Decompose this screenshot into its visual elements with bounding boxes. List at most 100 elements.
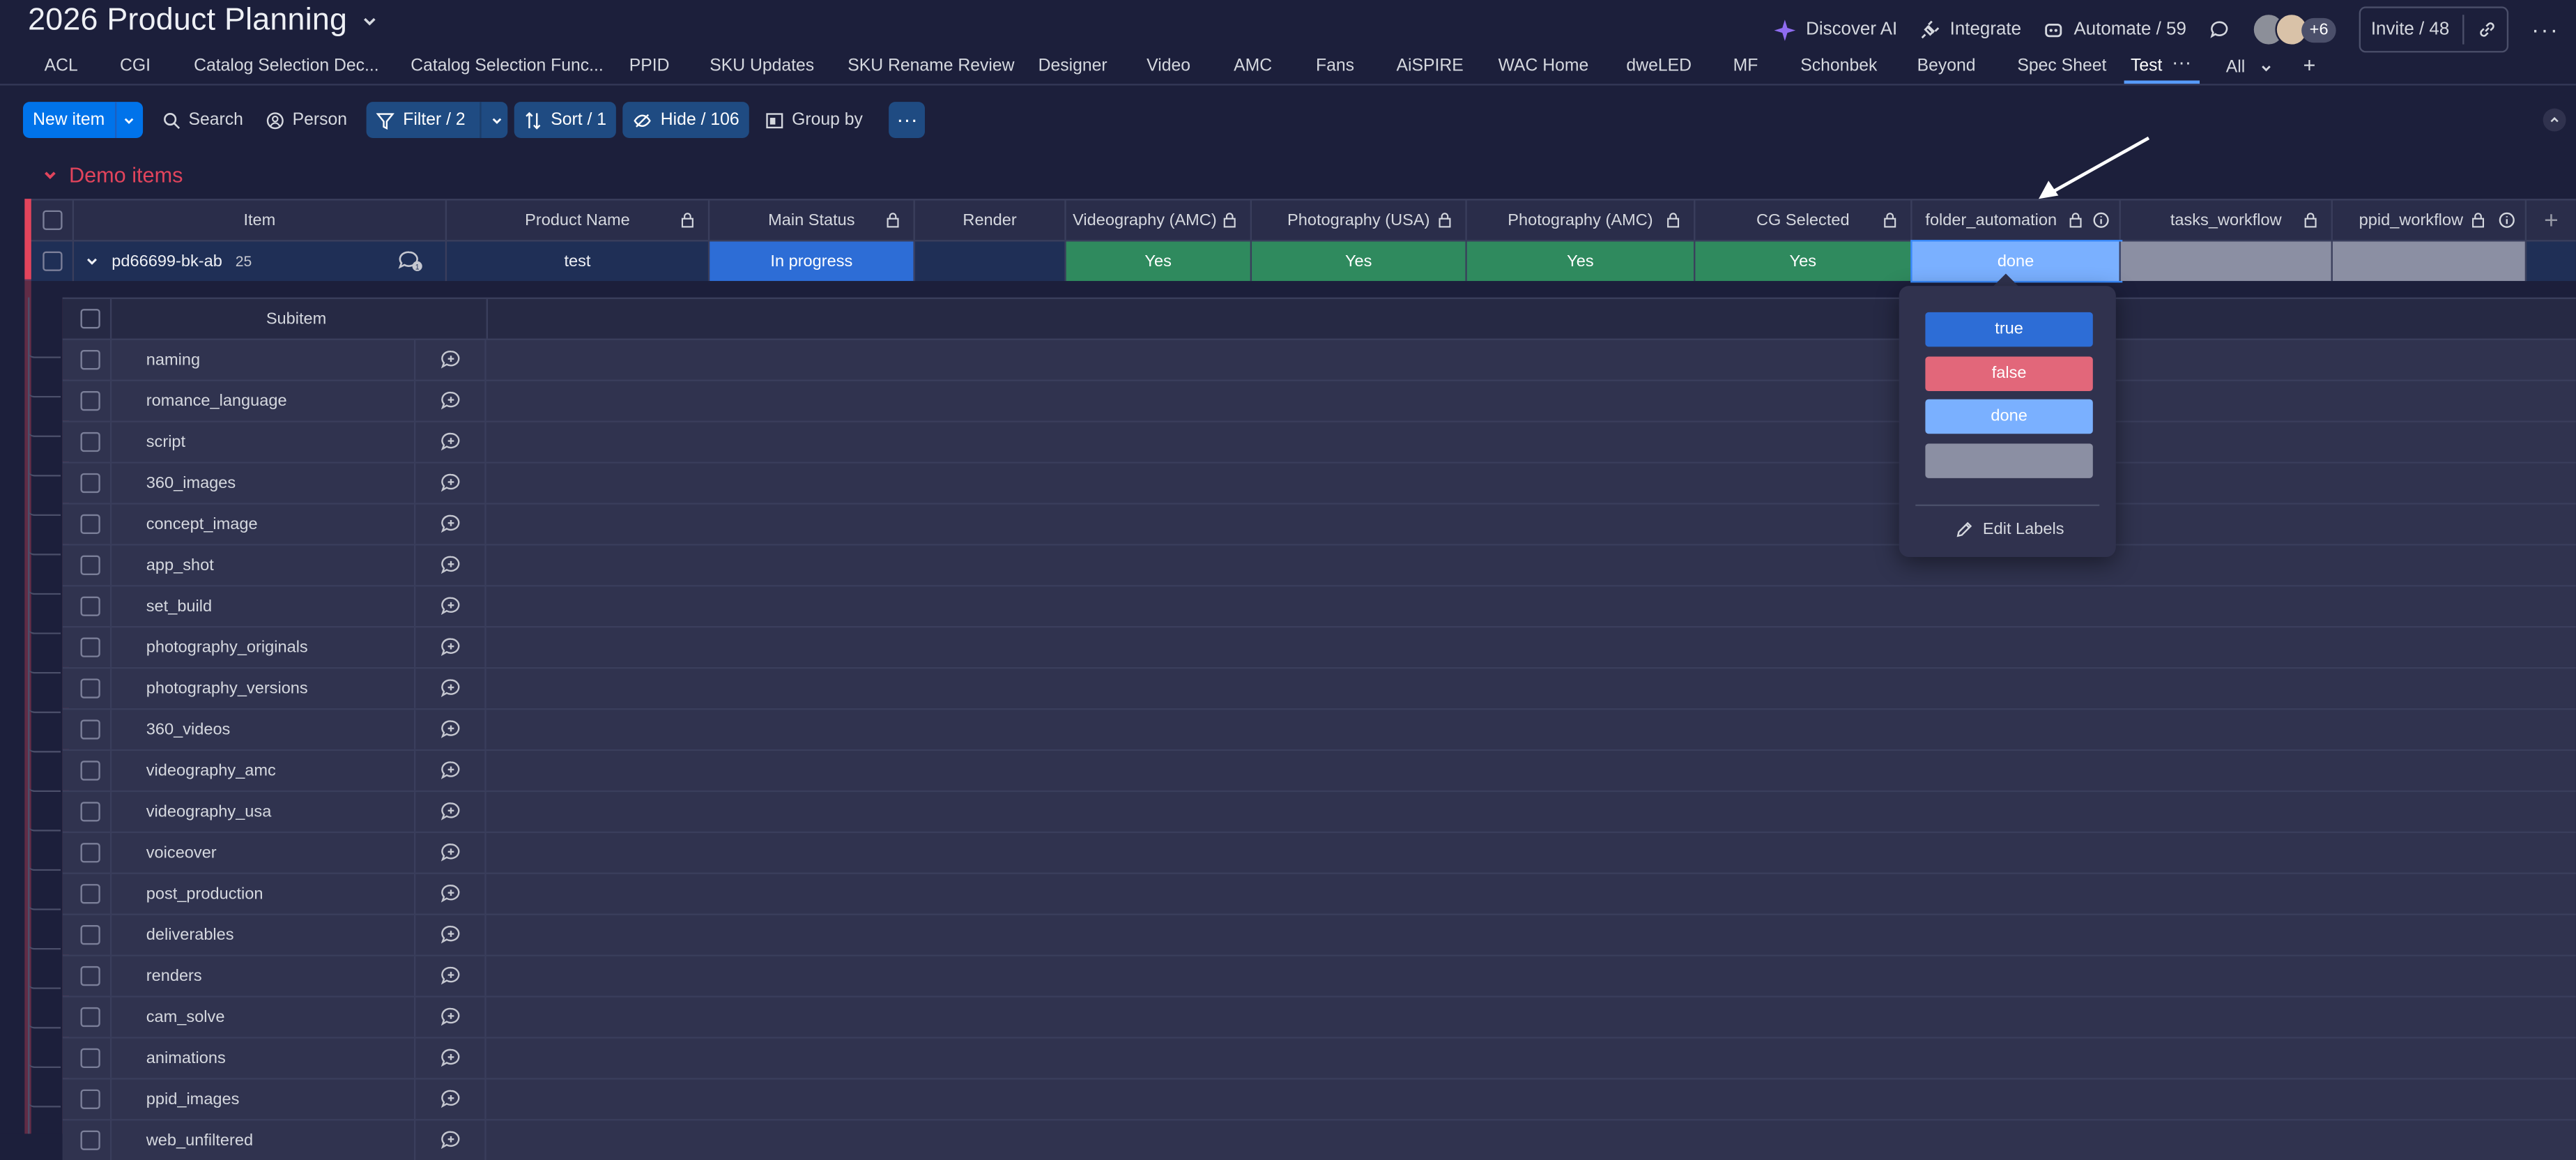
subitem-row[interactable]: photography_originals (62, 626, 2576, 667)
subitem-updates-cell[interactable] (415, 669, 486, 708)
tab-video[interactable]: Video (1147, 56, 1190, 75)
tab-spec-sheet[interactable]: Spec Sheet (2017, 56, 2106, 75)
item-name[interactable]: pd66699-bk-ab (112, 252, 222, 270)
subitem-name-cell[interactable]: naming (112, 339, 416, 380)
subitem-row[interactable]: voiceover (62, 831, 2576, 873)
hide-columns-button[interactable]: Hide / 106 (622, 102, 749, 138)
subitem-name-cell[interactable]: photography_originals (112, 627, 416, 667)
subitem-name-cell[interactable]: renders (112, 956, 416, 996)
tab-acl[interactable]: ACL (45, 56, 78, 75)
subitem-updates-cell[interactable] (415, 1120, 486, 1160)
subitem-checkbox[interactable] (79, 802, 100, 822)
subitem-updates-cell[interactable] (415, 873, 486, 914)
group-by-button[interactable]: Group by (756, 102, 873, 138)
subitem-name-cell[interactable]: concept_image (112, 504, 416, 544)
sort-button[interactable]: Sort / 1 (514, 102, 617, 138)
tab-catalog-selection-dec[interactable]: Catalog Selection Dec... (194, 56, 379, 75)
subitem-name[interactable]: cam_solve (146, 1008, 225, 1026)
subitem-row[interactable]: script (62, 420, 2576, 462)
column-header-tasks-workflow[interactable]: tasks_workflow (2121, 200, 2333, 241)
subitem-name-cell[interactable]: post_production (112, 873, 416, 914)
subitem-checkbox[interactable] (79, 432, 100, 452)
subitem-name[interactable]: romance_language (146, 392, 287, 410)
subitem-name-cell[interactable]: app_shot (112, 545, 416, 586)
subitem-updates-cell[interactable] (415, 545, 486, 586)
row-checkbox[interactable] (42, 251, 62, 271)
subitem-checkbox[interactable] (79, 637, 100, 657)
tab-amc[interactable]: AMC (1234, 56, 1272, 75)
subitem-row[interactable]: deliverables (62, 913, 2576, 955)
subitem-checkbox[interactable] (79, 1007, 100, 1028)
subitem-row[interactable]: renders (62, 954, 2576, 996)
subitem-updates-cell[interactable] (415, 422, 486, 462)
tab-cgi[interactable]: CGI (120, 56, 151, 75)
subitem-name-cell[interactable]: animations (112, 1038, 416, 1078)
subitem-name-cell[interactable]: videography_usa (112, 792, 416, 832)
main-status-cell[interactable]: In progress (710, 241, 915, 282)
column-header-cg-selected[interactable]: CG Selected (1695, 200, 1912, 241)
subitem-updates-cell[interactable] (415, 463, 486, 503)
info-icon[interactable] (2499, 212, 2515, 229)
table-row[interactable]: pd66699-bk-ab 25 1 test In progress Yes … (24, 240, 2576, 283)
board-title[interactable]: 2026 Product Planning (28, 3, 380, 40)
subitem-row[interactable]: concept_image (62, 503, 2576, 544)
new-item-button[interactable]: New item (22, 102, 143, 138)
link-icon[interactable] (2477, 20, 2497, 39)
subitem-checkbox[interactable] (79, 596, 100, 616)
tab-fans[interactable]: Fans (1316, 56, 1354, 75)
more-actions-button[interactable]: ··· (889, 102, 926, 138)
subitem-checkbox[interactable] (79, 678, 100, 699)
subitem-updates-cell[interactable] (415, 710, 486, 749)
subitem-name[interactable]: post_production (146, 885, 263, 903)
subitem-checkbox[interactable] (79, 1089, 100, 1109)
item-name-cell[interactable]: pd66699-bk-ab 25 (74, 241, 376, 281)
chevron-down-icon[interactable] (84, 253, 100, 270)
subitem-name-cell[interactable]: ppid_images (112, 1079, 416, 1120)
filter-button[interactable]: Filter / 2 (367, 102, 508, 138)
label-option-false[interactable]: false (1925, 356, 2093, 390)
subitem-name-cell[interactable]: 360_images (112, 463, 416, 503)
subitem-updates-cell[interactable] (415, 792, 486, 832)
subitem-name-cell[interactable]: deliverables (112, 915, 416, 955)
person-filter-button[interactable]: Person (256, 102, 357, 138)
tab-beyond[interactable]: Beyond (1917, 56, 1976, 75)
subitem-name[interactable]: renders (146, 967, 202, 985)
tab-schonbek[interactable]: Schonbek (1800, 56, 1877, 75)
integrate-button[interactable]: Integrate (1920, 20, 2021, 40)
subitem-updates-cell[interactable] (415, 627, 486, 667)
subitem-name[interactable]: app_shot (146, 556, 214, 574)
subitem-updates-cell[interactable] (415, 751, 486, 791)
subitem-name-cell[interactable]: photography_versions (112, 669, 416, 708)
label-option-done[interactable]: done (1925, 399, 2093, 434)
tab-sku-updates[interactable]: SKU Updates (710, 56, 814, 75)
chevron-down-icon[interactable] (490, 112, 505, 127)
tab-sku-rename-review[interactable]: SKU Rename Review (848, 56, 1014, 75)
column-header-main-status[interactable]: Main Status (710, 200, 915, 241)
subitem-checkbox[interactable] (79, 1048, 100, 1069)
subitem-updates-cell[interactable] (415, 1079, 486, 1120)
column-header-folder-automation[interactable]: folder_automation (1912, 200, 2121, 241)
videography-amc-cell[interactable]: Yes (1066, 241, 1252, 282)
subitem-name-cell[interactable]: romance_language (112, 381, 416, 421)
edit-labels-button[interactable]: Edit Labels (1955, 521, 2064, 539)
subitem-row[interactable]: app_shot (62, 544, 2576, 586)
subitem-checkbox[interactable] (79, 843, 100, 863)
subitem-name[interactable]: concept_image (146, 515, 258, 533)
subitem-row[interactable]: post_production (62, 872, 2576, 914)
subitem-row[interactable]: 360_images (62, 461, 2576, 503)
subitem-name[interactable]: videography_amc (146, 761, 276, 779)
subitem-name[interactable]: ppid_images (146, 1090, 240, 1108)
subitem-row[interactable]: animations (62, 1037, 2576, 1078)
subitem-updates-cell[interactable] (415, 381, 486, 421)
subitem-updates-cell[interactable] (415, 586, 486, 627)
chevron-down-icon[interactable] (41, 166, 59, 184)
subitem-row[interactable]: ppid_images (62, 1078, 2576, 1120)
subitem-checkbox[interactable] (79, 555, 100, 575)
subitem-name[interactable]: set_build (146, 597, 212, 616)
photography-amc-cell[interactable]: Yes (1466, 241, 1696, 282)
subitem-name-cell[interactable]: 360_videos (112, 710, 416, 749)
tab-dweled[interactable]: dweLED (1626, 56, 1692, 75)
comment-icon[interactable] (2209, 20, 2229, 39)
subitem-row[interactable]: 360_videos (62, 708, 2576, 749)
subitem-updates-cell[interactable] (415, 504, 486, 544)
